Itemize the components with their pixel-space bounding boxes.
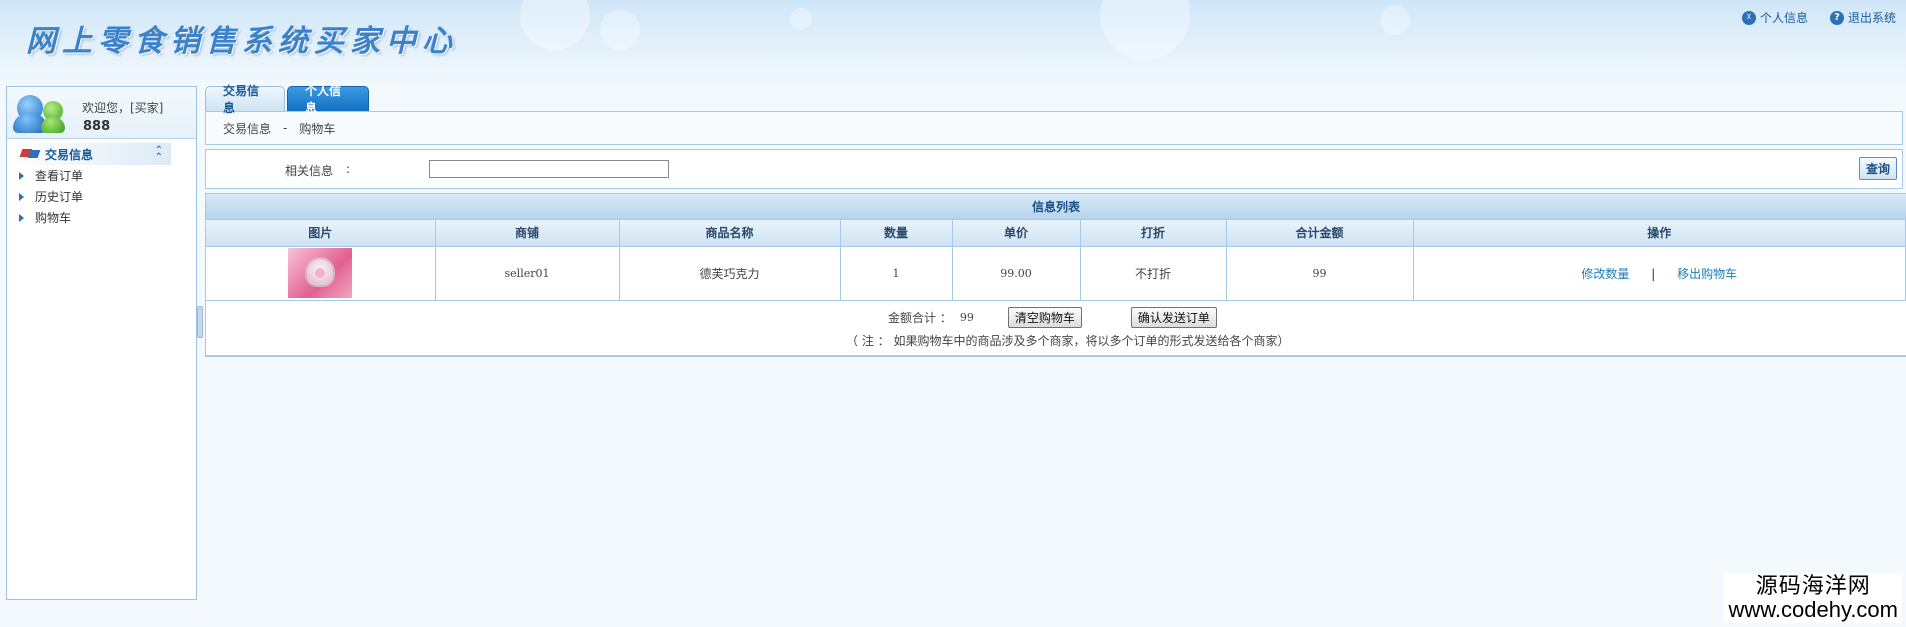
col-header-total: 合计金额: [1226, 220, 1414, 247]
clear-cart-button[interactable]: 清空购物车: [1007, 306, 1082, 328]
welcome-text: 欢迎您，[买家]: [82, 101, 164, 115]
trade-group-icon: [19, 147, 41, 161]
search-input[interactable]: [429, 160, 669, 178]
main-content: 交易信息 个人信息 交易信息 - 购物车 相关信息 : 查询 信息列表 图片 商…: [205, 84, 1906, 357]
remove-from-cart-link[interactable]: 移出购物车: [1677, 267, 1737, 281]
sidebar-item-view-orders[interactable]: 查看订单: [7, 165, 196, 186]
total-amount-value: 99: [959, 310, 974, 324]
app-title: 网上零食销售系统买家中心: [26, 24, 458, 59]
user-box: 欢迎您，[买家] 888: [7, 87, 196, 139]
sidebar: 欢迎您，[买家] 888 交易信息 ⌃ ⌃ 查看订单 历史订单 购物车: [6, 86, 197, 600]
tab-trade-info[interactable]: 交易信息: [205, 84, 285, 115]
sidebar-collapse-handle[interactable]: [197, 306, 203, 338]
breadcrumb: 交易信息 - 购物车: [205, 111, 1903, 145]
sidebar-item-history-orders[interactable]: 历史订单: [7, 186, 196, 207]
top-links: ☓ 个人信息 ? 退出系统: [1741, 9, 1896, 26]
col-header-quantity: 数量: [840, 220, 953, 247]
col-header-image: 图片: [206, 220, 436, 247]
collapse-up-icon[interactable]: ⌃ ⌃: [155, 146, 163, 163]
personal-info-label: 个人信息: [1759, 11, 1808, 25]
col-header-product: 商品名称: [619, 220, 841, 247]
cell-unit-price: 99.00: [952, 246, 1081, 301]
menu-group-label: 交易信息: [45, 147, 94, 162]
arrow-right-icon: [19, 192, 24, 201]
info-list-panel: 信息列表 图片 商铺 商品名称 数量 单价 打折 合计金额 操作 seller0…: [205, 193, 1906, 357]
sidebar-item-label: 查看订单: [35, 169, 84, 183]
breadcrumb-separator: -: [283, 121, 288, 135]
table-header-row: 图片 商铺 商品名称 数量 单价 打折 合计金额 操作: [206, 220, 1906, 247]
search-label: 相关信息: [285, 164, 334, 178]
breadcrumb-page: 购物车: [299, 121, 336, 136]
cell-product: 德芙巧克力: [619, 246, 841, 301]
search-button[interactable]: 查询: [1859, 157, 1897, 180]
cart-summary: 金额合计 ： 99 清空购物车 确认发送订单 （ 注 ： 如果购物车中的商品涉及…: [206, 301, 1906, 356]
search-colon: :: [346, 162, 351, 176]
arrow-right-icon: [19, 171, 24, 180]
sidebar-item-label: 历史订单: [35, 190, 84, 204]
col-header-discount: 打折: [1080, 220, 1227, 247]
summary-line: 金额合计 ： 99 清空购物车 确认发送订单: [888, 306, 1217, 328]
cell-image: [206, 246, 436, 301]
col-header-unit-price: 单价: [952, 220, 1081, 247]
watermark-line2: www.codehy.com: [1728, 596, 1898, 622]
tab-personal-info[interactable]: 个人信息: [287, 84, 369, 115]
search-bar: 相关信息 : 查询: [205, 149, 1903, 189]
table-row: seller01 德芙巧克力 1 99.00 不打折 99 修改数量 | 移出购…: [206, 246, 1906, 301]
sidebar-item-label: 购物车: [35, 211, 72, 225]
cell-actions: 修改数量 | 移出购物车: [1413, 246, 1906, 301]
cell-discount: 不打折: [1080, 246, 1227, 301]
cell-total: 99: [1226, 246, 1414, 301]
edit-quantity-link[interactable]: 修改数量: [1581, 267, 1629, 281]
cell-shop: seller01: [435, 246, 620, 301]
header-banner: 网上零食销售系统买家中心 ☓ 个人信息 ? 退出系统: [0, 0, 1906, 88]
person-info-icon: ☓: [1741, 10, 1756, 25]
watermark-line1: 源码海洋网: [1755, 573, 1871, 599]
confirm-order-button[interactable]: 确认发送订单: [1130, 306, 1217, 328]
help-exit-icon: ?: [1829, 10, 1844, 25]
username: 888: [83, 119, 111, 134]
col-header-actions: 操作: [1413, 220, 1906, 247]
total-amount-label: 金额合计 ：: [888, 310, 952, 325]
personal-info-link[interactable]: ☓ 个人信息: [1741, 9, 1808, 26]
cell-quantity: 1: [840, 246, 953, 301]
menu-group-trade-info[interactable]: 交易信息 ⌃ ⌃: [7, 143, 171, 165]
exit-system-label: 退出系统: [1847, 11, 1896, 25]
site-watermark: 源码海洋网 www.codehy.com: [1724, 572, 1902, 623]
action-separator: |: [1651, 266, 1656, 281]
arrow-right-icon: [19, 213, 24, 222]
col-header-shop: 商铺: [435, 220, 620, 247]
users-avatar-icon: [13, 91, 67, 135]
cart-table: 图片 商铺 商品名称 数量 单价 打折 合计金额 操作 seller01 德芙巧…: [206, 220, 1906, 301]
sidebar-item-cart[interactable]: 购物车: [7, 207, 196, 228]
breadcrumb-section: 交易信息: [223, 121, 272, 136]
product-image[interactable]: [288, 248, 353, 298]
list-title: 信息列表: [206, 194, 1906, 220]
exit-system-link[interactable]: ? 退出系统: [1829, 9, 1896, 26]
tab-bar: 交易信息 个人信息: [205, 84, 1906, 115]
cart-note: （ 注 ： 如果购物车中的商品涉及多个商家，将以多个订单的形式发送给各个商家）: [846, 333, 1290, 348]
